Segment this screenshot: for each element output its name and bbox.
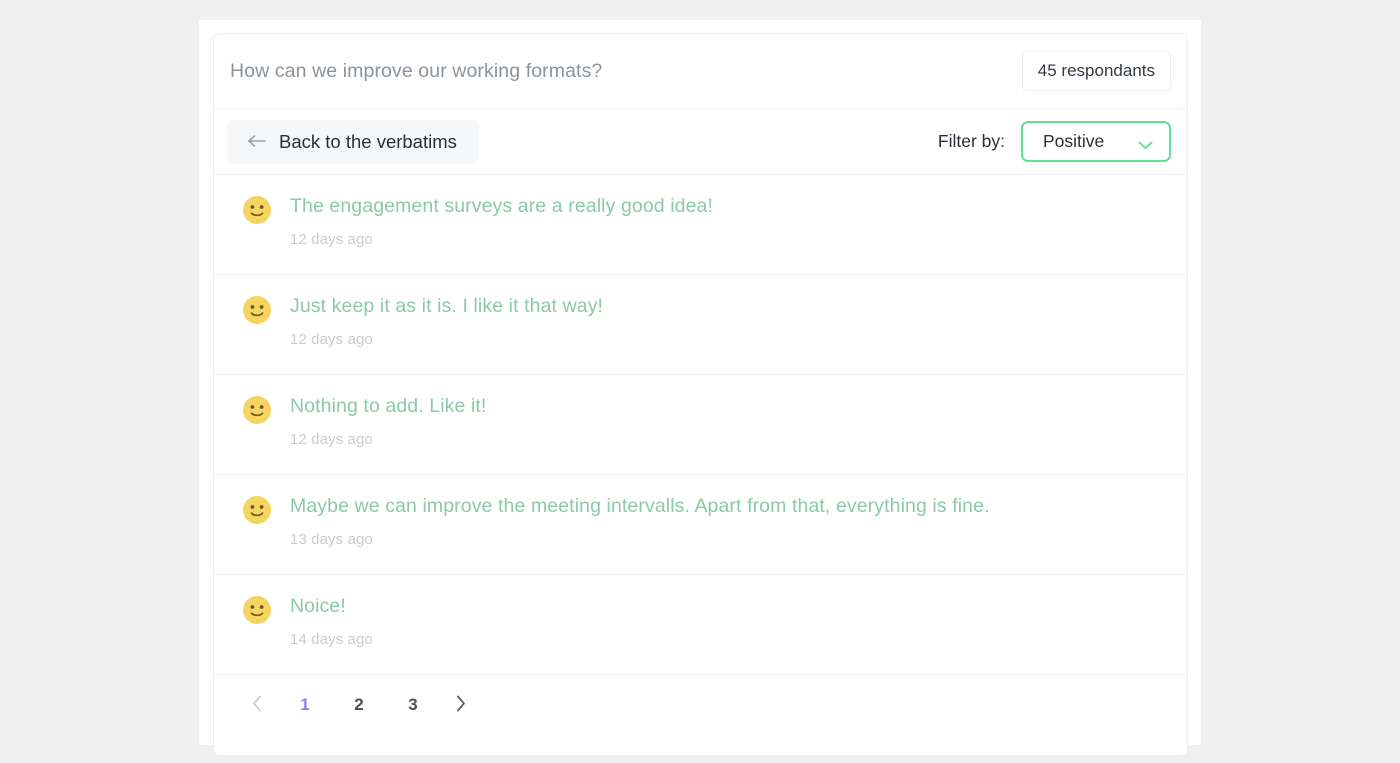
chevron-down-icon — [1138, 137, 1153, 149]
verbatim-body: The engagement surveys are a really good… — [290, 193, 713, 248]
verbatim-text: Nothing to add. Like it! — [290, 395, 487, 417]
chevron-right-icon[interactable] — [440, 695, 482, 716]
filter-by-label: Filter by: — [937, 131, 1005, 151]
verbatims-card: How can we improve our working formats? … — [213, 33, 1188, 756]
list-item[interactable]: Nothing to add. Like it! 12 days ago — [214, 375, 1187, 475]
back-to-verbatims-button[interactable]: Back to the verbatims — [227, 119, 479, 164]
respondants-badge: 45 respondants — [1021, 51, 1171, 91]
sentiment-filter-select[interactable]: Positive — [1021, 121, 1171, 162]
arrow-left-icon — [247, 133, 267, 151]
verbatim-body: Nothing to add. Like it! 12 days ago — [290, 393, 486, 448]
pagination-page-3[interactable]: 3 — [386, 695, 440, 715]
verbatim-date: 12 days ago — [290, 431, 373, 449]
filter-control-group: Filter by: Positive — [938, 121, 1171, 162]
verbatim-date: 14 days ago — [290, 631, 373, 649]
sentiment-filter-value: Positive — [1043, 131, 1105, 151]
smiley-face-icon — [242, 495, 272, 525]
smiley-face-icon — [242, 195, 272, 225]
verbatim-body: Just keep it as it is. I like it that wa… — [290, 293, 603, 348]
list-item[interactable]: Just keep it as it is. I like it that wa… — [214, 275, 1187, 375]
verbatim-date: 12 days ago — [290, 231, 373, 249]
back-to-verbatims-label: Back to the verbatims — [279, 130, 457, 152]
verbatim-text: Just keep it as it is. I like it that wa… — [290, 295, 604, 317]
verbatim-text: Maybe we can improve the meeting interva… — [290, 495, 990, 517]
verbatim-list: The engagement surveys are a really good… — [214, 175, 1187, 675]
white-background-panel: How can we improve our working formats? … — [199, 20, 1201, 756]
pagination: 1 2 3 — [214, 675, 1187, 735]
card-toolbar: Back to the verbatims Filter by: Positiv… — [214, 109, 1187, 175]
verbatim-date: 12 days ago — [290, 331, 373, 349]
smiley-face-icon — [242, 295, 272, 325]
verbatim-text: The engagement surveys are a really good… — [290, 195, 714, 217]
smiley-face-icon — [242, 595, 272, 625]
smiley-face-icon — [242, 395, 272, 425]
verbatim-body: Noice! 14 days ago — [290, 593, 373, 648]
verbatim-date: 13 days ago — [290, 531, 373, 549]
card-header: How can we improve our working formats? … — [214, 34, 1187, 109]
list-item[interactable]: Maybe we can improve the meeting interva… — [214, 475, 1187, 575]
list-item[interactable]: The engagement surveys are a really good… — [214, 175, 1187, 275]
page-title: How can we improve our working formats? — [230, 59, 603, 82]
pagination-page-1[interactable]: 1 — [278, 695, 332, 715]
verbatim-text: Noice! — [290, 595, 346, 617]
list-item[interactable]: Noice! 14 days ago — [214, 575, 1187, 675]
pagination-page-2[interactable]: 2 — [332, 695, 386, 715]
chevron-left-icon[interactable] — [236, 695, 278, 716]
verbatim-body: Maybe we can improve the meeting interva… — [290, 493, 990, 548]
